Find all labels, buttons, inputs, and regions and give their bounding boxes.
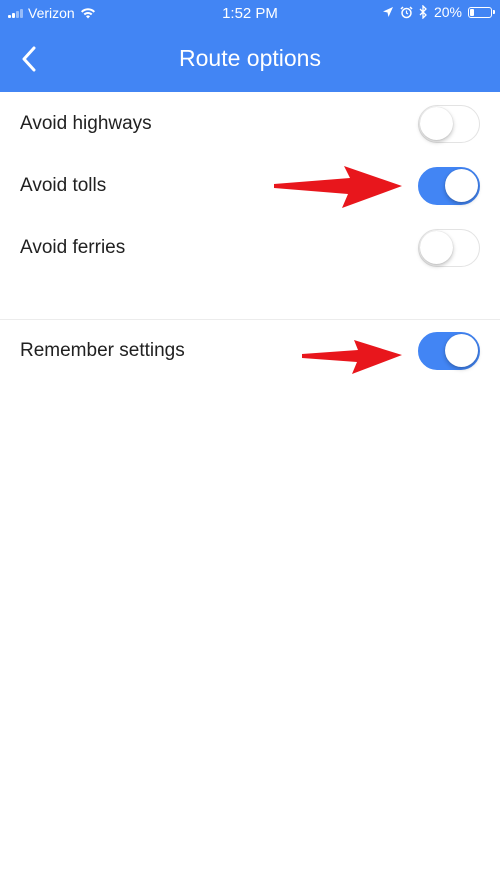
alarm-clock-icon	[400, 5, 413, 18]
app-bar: Route options	[0, 26, 500, 92]
status-right: 20%	[382, 4, 495, 20]
status-bar: Verizon 1:52 PM 20%	[0, 0, 500, 26]
avoid-tolls-toggle[interactable]	[418, 167, 480, 205]
toggle-knob	[420, 107, 453, 140]
toggle-knob	[445, 334, 478, 367]
option-row-avoid-ferries[interactable]: Avoid ferries	[0, 217, 500, 279]
page-title: Route options	[179, 45, 321, 71]
avoid-highways-toggle[interactable]	[418, 105, 480, 143]
option-label: Avoid ferries	[20, 237, 126, 258]
avoid-ferries-toggle[interactable]	[418, 229, 480, 267]
annotation-arrow-icon	[302, 340, 402, 374]
annotation-arrow-icon	[274, 166, 402, 208]
bluetooth-icon	[419, 5, 427, 19]
battery-percent: 20%	[433, 4, 462, 20]
option-row-avoid-tolls[interactable]: Avoid tolls	[0, 155, 500, 217]
option-label: Avoid tolls	[20, 175, 107, 196]
battery-fill	[470, 8, 474, 16]
location-arrow-icon	[382, 7, 393, 17]
toggle-knob	[445, 169, 478, 202]
option-label: Remember settings	[20, 340, 185, 361]
option-row-remember-settings[interactable]: Remember settings	[0, 320, 500, 382]
battery-icon	[468, 6, 495, 18]
option-row-avoid-highways[interactable]: Avoid highways	[0, 93, 500, 155]
toggle-knob	[420, 231, 453, 264]
option-label: Avoid highways	[20, 113, 152, 134]
remember-settings-toggle[interactable]	[418, 332, 480, 370]
